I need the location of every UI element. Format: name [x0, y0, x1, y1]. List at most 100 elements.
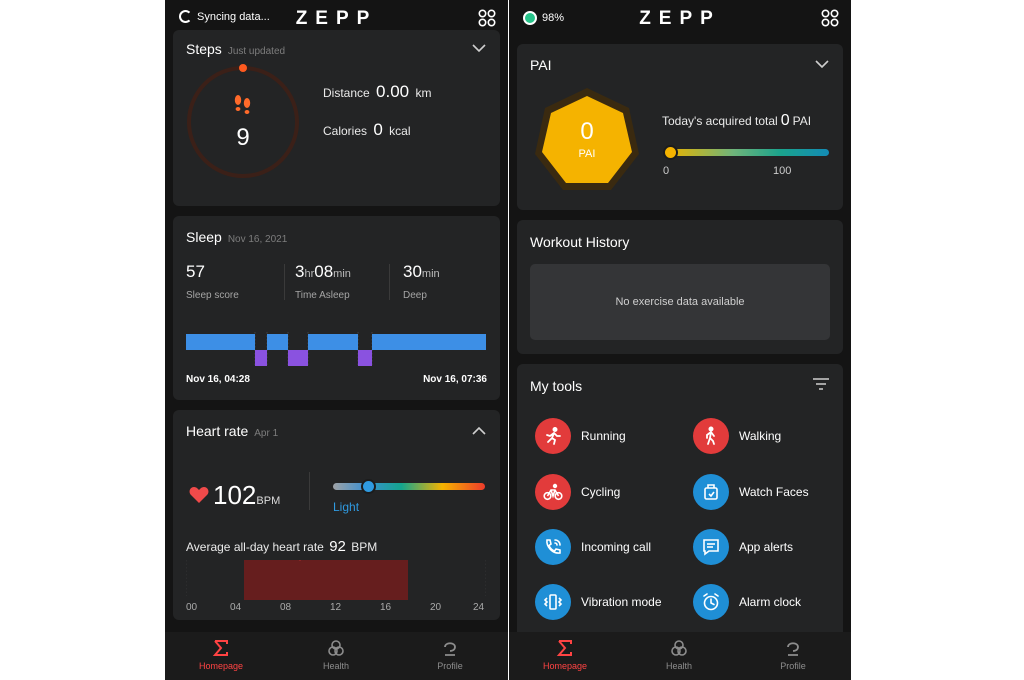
pai-min: 0 — [663, 165, 670, 177]
axis-tick: 00 — [186, 602, 198, 612]
heart-rate-date: Apr 1 — [254, 428, 279, 439]
asleep-minutes: 08 — [314, 262, 334, 281]
calories-unit: kcal — [389, 124, 411, 138]
nav-homepage[interactable]: Homepage — [525, 639, 605, 671]
pai-progress-indicator — [663, 145, 678, 160]
pai-max: 100 — [773, 165, 792, 177]
calories-value: 0 — [373, 120, 383, 139]
sleep-stage-chart — [186, 332, 486, 366]
pai-title: PAI — [530, 57, 552, 73]
chevron-up-icon[interactable] — [472, 426, 486, 435]
heart-rate-chart: 00 04 08 12 16 20 24 — [186, 560, 486, 612]
heart-icon — [189, 487, 209, 503]
sleep-score-label: Sleep score — [186, 290, 239, 301]
avg-unit: BPM — [351, 540, 378, 554]
ring-progress-dot — [239, 64, 247, 72]
my-tools-title: My tools — [530, 378, 583, 394]
pai-today-label: Today's acquired total — [662, 114, 778, 128]
walking-icon — [706, 426, 715, 445]
axis-tick: 20 — [430, 602, 442, 612]
minutes-unit: min — [333, 268, 351, 280]
distance-metric: Distance 0.00 km — [323, 82, 431, 102]
chevron-down-icon[interactable] — [472, 44, 486, 53]
axis-tick: 08 — [280, 602, 292, 612]
tool-label: Alarm clock — [739, 595, 802, 609]
steps-card[interactable]: Steps Just updated 9 Distance 0.00 km Cal… — [173, 30, 500, 206]
filter-icon[interactable] — [813, 378, 829, 390]
brand-logo: ZEPP — [295, 8, 378, 29]
calories-label: Calories — [323, 124, 368, 138]
nav-profile-label: Profile — [780, 661, 806, 671]
sleep-start-time: Nov 16, 04:28 — [186, 374, 250, 385]
tool-cycling[interactable]: Cycling — [535, 474, 620, 510]
pai-today: Today's acquired total 0 PAI — [662, 112, 811, 130]
deep-label: Deep — [403, 290, 427, 301]
average-heart-rate: Average all-day heart rate 92 BPM — [186, 538, 377, 555]
heart-rate-title: Heart rate — [186, 423, 249, 439]
divider — [284, 264, 285, 300]
time-asleep-label: Time Asleep — [295, 290, 350, 301]
homepage-icon — [212, 640, 228, 656]
pai-today-unit: PAI — [792, 114, 812, 128]
distance-value: 0.00 — [376, 82, 410, 101]
deep-sleep-bar — [255, 350, 267, 366]
heart-zone-indicator — [361, 479, 376, 494]
heart-rate-value: 102 — [213, 480, 257, 510]
tool-label: Walking — [739, 429, 782, 443]
steps-title: Steps — [186, 41, 222, 57]
nav-homepage[interactable]: Homepage — [181, 639, 261, 671]
vibration-icon — [543, 594, 563, 610]
grid-menu-icon[interactable] — [478, 9, 496, 27]
tool-watch-faces[interactable]: Watch Faces — [693, 474, 809, 510]
light-sleep-bar — [267, 334, 288, 350]
running-icon — [546, 426, 561, 445]
message-icon — [703, 539, 719, 556]
avg-value: 92 — [329, 538, 346, 555]
heart-rate-unit: BPM — [256, 495, 281, 507]
heart-rate-card[interactable]: Heart rate Apr 1 102BPM Light Average all… — [173, 410, 500, 620]
nav-profile[interactable]: Profile — [410, 639, 490, 671]
pai-card[interactable]: PAI 0 PAI Today's acquired total 0 PAI 0 1… — [517, 44, 843, 210]
deep-value: 30 — [403, 262, 422, 281]
tool-incoming-call[interactable]: Incoming call — [535, 529, 651, 565]
axis-tick: 04 — [230, 602, 242, 612]
my-tools-card: My tools Running Walking Cycling Watch F… — [517, 364, 843, 654]
tool-label: Incoming call — [581, 540, 652, 554]
tool-label: App alerts — [739, 540, 794, 554]
grid-menu-icon[interactable] — [821, 9, 839, 27]
sleep-score-value: 57 — [186, 262, 205, 281]
heart-zone-gradient-bar — [333, 483, 485, 490]
nav-health[interactable]: Health — [296, 639, 376, 671]
bottom-navigation: Homepage Health Profile — [509, 632, 851, 680]
pai-progress-bar — [669, 149, 829, 156]
distance-unit: km — [415, 86, 432, 100]
chevron-down-icon[interactable] — [815, 60, 829, 69]
workout-history-card[interactable]: Workout History No exercise data availab… — [517, 220, 843, 354]
brand-logo: ZEPP — [639, 8, 721, 29]
nav-profile[interactable]: Profile — [753, 639, 833, 671]
time-asleep-stat: 3hr08min Time Asleep — [295, 262, 351, 301]
profile-icon — [787, 642, 799, 656]
tool-running[interactable]: Running — [535, 418, 626, 454]
calories-metric: Calories 0 kcal — [323, 120, 411, 140]
deep-unit: min — [421, 268, 440, 280]
health-icon — [671, 640, 687, 656]
pai-today-value: 0 — [780, 112, 790, 129]
sleep-card[interactable]: Sleep Nov 16, 2021 57 Sleep score 3hr08mi… — [173, 216, 500, 400]
top-bar: 98% ZEPP — [509, 0, 851, 36]
nav-health-label: Health — [665, 661, 692, 671]
workout-empty-state: No exercise data available — [530, 264, 830, 340]
nav-profile-label: Profile — [437, 661, 463, 671]
sleep-date: Nov 16, 2021 — [227, 234, 288, 245]
nav-homepage-label: Homepage — [542, 661, 588, 671]
tool-vibration-mode[interactable]: Vibration mode — [535, 584, 662, 620]
nav-health[interactable]: Health — [639, 639, 719, 671]
pai-unit: PAI — [578, 148, 596, 160]
tool-app-alerts[interactable]: App alerts — [693, 529, 793, 565]
divider — [309, 472, 310, 510]
tool-alarm-clock[interactable]: Alarm clock — [693, 584, 801, 620]
homepage-screen-left: Syncing data... ZEPP Steps Just updated 9 — [165, 0, 508, 680]
nav-homepage-label: Homepage — [198, 661, 244, 671]
tool-walking[interactable]: Walking — [693, 418, 781, 454]
deep-sleep-bar — [288, 350, 308, 366]
